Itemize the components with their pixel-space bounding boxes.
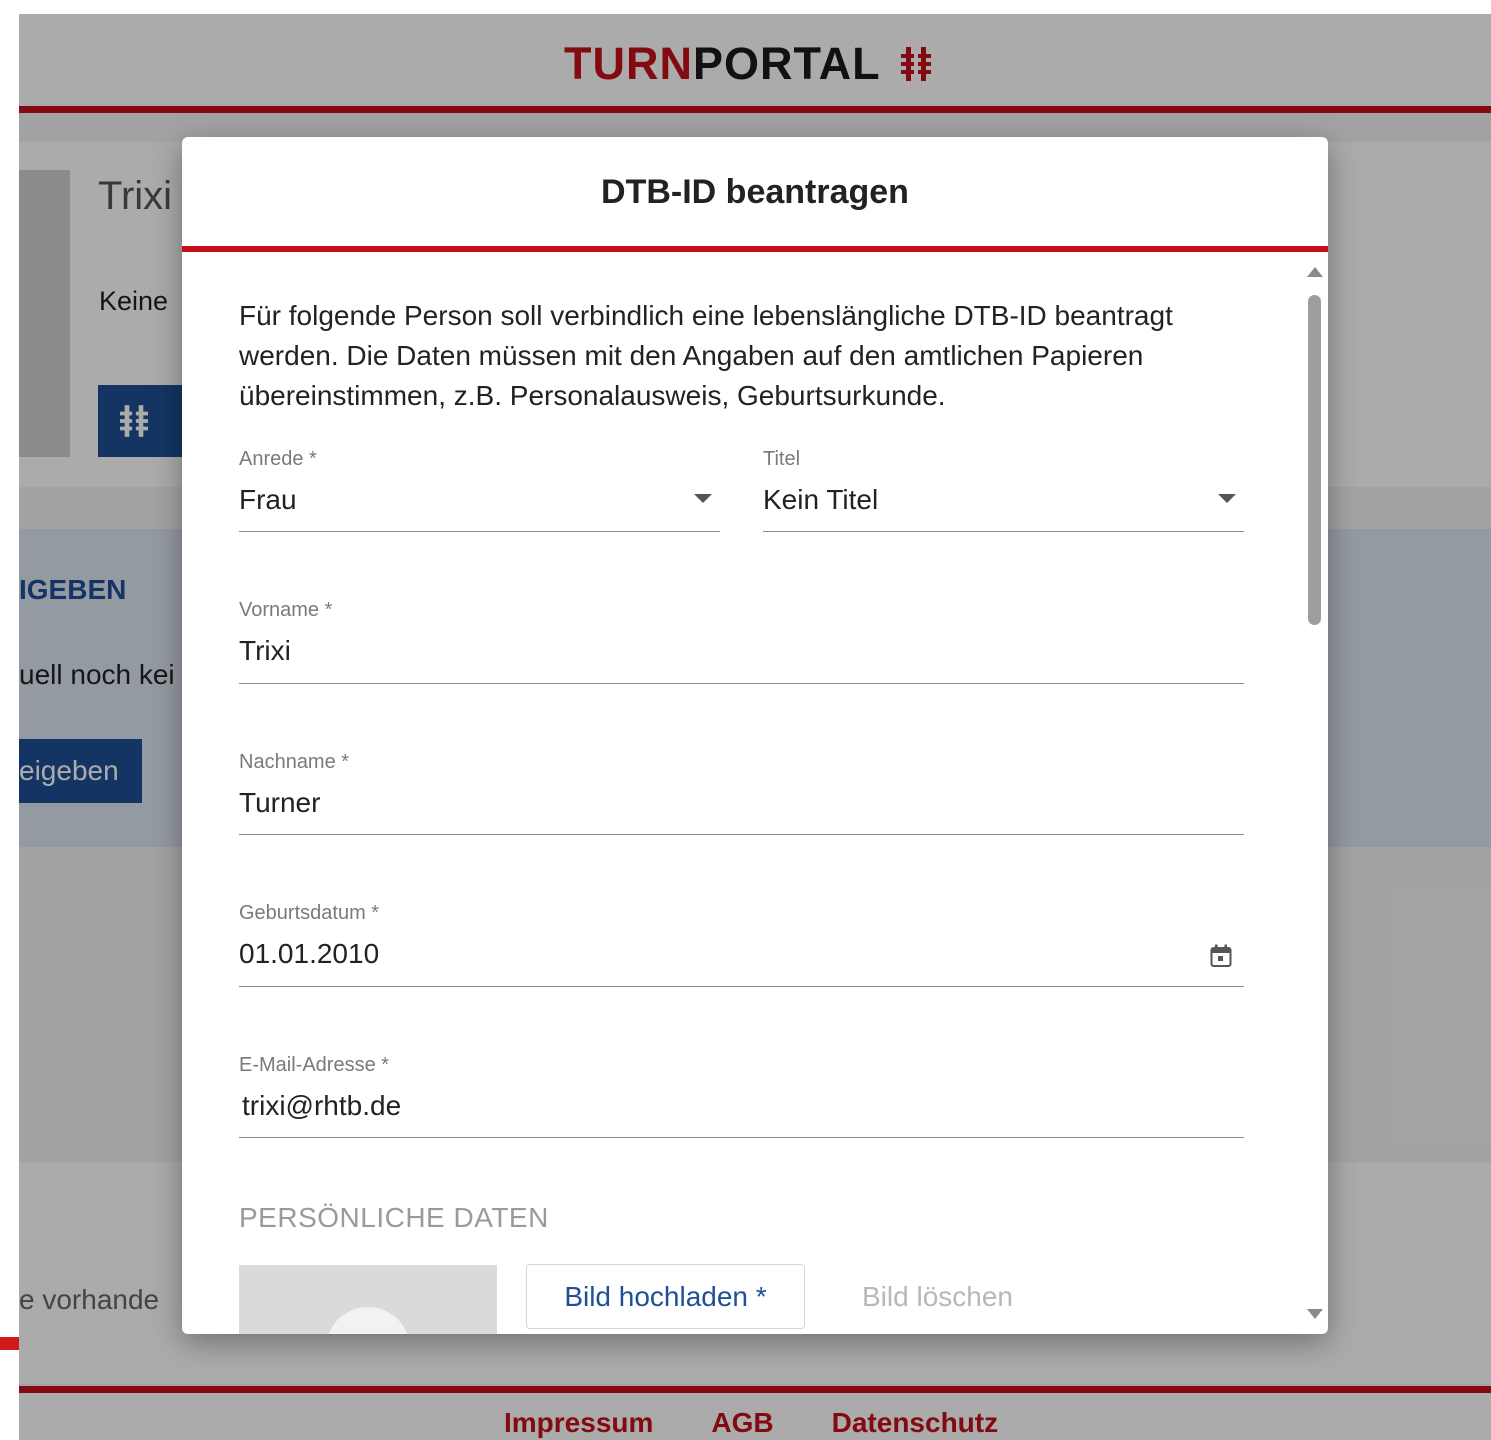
delete-image-button[interactable]: Bild löschen: [862, 1281, 1013, 1313]
profile-photo-placeholder: [239, 1265, 497, 1334]
geburtsdatum-value: 01.01.2010: [239, 938, 380, 969]
titel-value: Kein Titel: [763, 484, 879, 515]
geburtsdatum-label: Geburtsdatum *: [239, 902, 380, 924]
nachname-underline: [239, 833, 1244, 835]
upload-image-button[interactable]: Bild hochladen *: [526, 1264, 805, 1329]
titel-label: Titel: [763, 448, 801, 470]
left-red-marker: [0, 1337, 19, 1350]
chevron-down-icon: [694, 494, 712, 503]
dtb-id-dialog: DTB-ID beantragen Für folgende Person so…: [182, 137, 1328, 1334]
calendar-icon[interactable]: [1210, 944, 1232, 968]
titel-underline: [763, 530, 1244, 532]
vorname-value: Trixi: [239, 635, 291, 666]
anrede-label: Anrede *: [239, 448, 317, 470]
vorname-label: Vorname *: [239, 599, 333, 621]
avatar-placeholder-icon: [326, 1307, 410, 1334]
email-label: E-Mail-Adresse *: [239, 1054, 390, 1076]
dialog-title: DTB-ID beantragen: [601, 173, 909, 211]
scroll-up-arrow[interactable]: [1307, 267, 1323, 277]
geburtsdatum-underline: [239, 985, 1244, 987]
email-field[interactable]: E-Mail-Adresse * trixi@rhtb.de: [239, 1054, 1244, 1138]
vorname-field[interactable]: Vorname * Trixi: [239, 599, 1244, 684]
scroll-down-arrow[interactable]: [1307, 1309, 1323, 1319]
titel-select[interactable]: Titel Kein Titel: [763, 448, 1244, 532]
dialog-intro-text: Für folgende Person soll verbindlich ein…: [239, 300, 1173, 411]
anrede-underline: [239, 530, 720, 532]
vorname-underline: [239, 682, 1244, 684]
nachname-field[interactable]: Nachname * Turner: [239, 751, 1244, 835]
chevron-down-icon: [1218, 494, 1236, 503]
anrede-select[interactable]: Anrede * Frau: [239, 448, 720, 532]
email-value: trixi@rhtb.de: [242, 1090, 402, 1121]
dialog-content: Für folgende Person soll verbindlich ein…: [239, 252, 1249, 1334]
section-heading-personal: PERSÖNLICHE DATEN: [239, 1202, 549, 1233]
scrollbar-thumb[interactable]: [1308, 295, 1321, 625]
anrede-value: Frau: [239, 484, 297, 515]
nachname-label: Nachname *: [239, 751, 350, 773]
geburtsdatum-field[interactable]: Geburtsdatum * 01.01.2010: [239, 902, 1244, 987]
nachname-value: Turner: [239, 787, 321, 818]
email-underline: [239, 1136, 1244, 1138]
